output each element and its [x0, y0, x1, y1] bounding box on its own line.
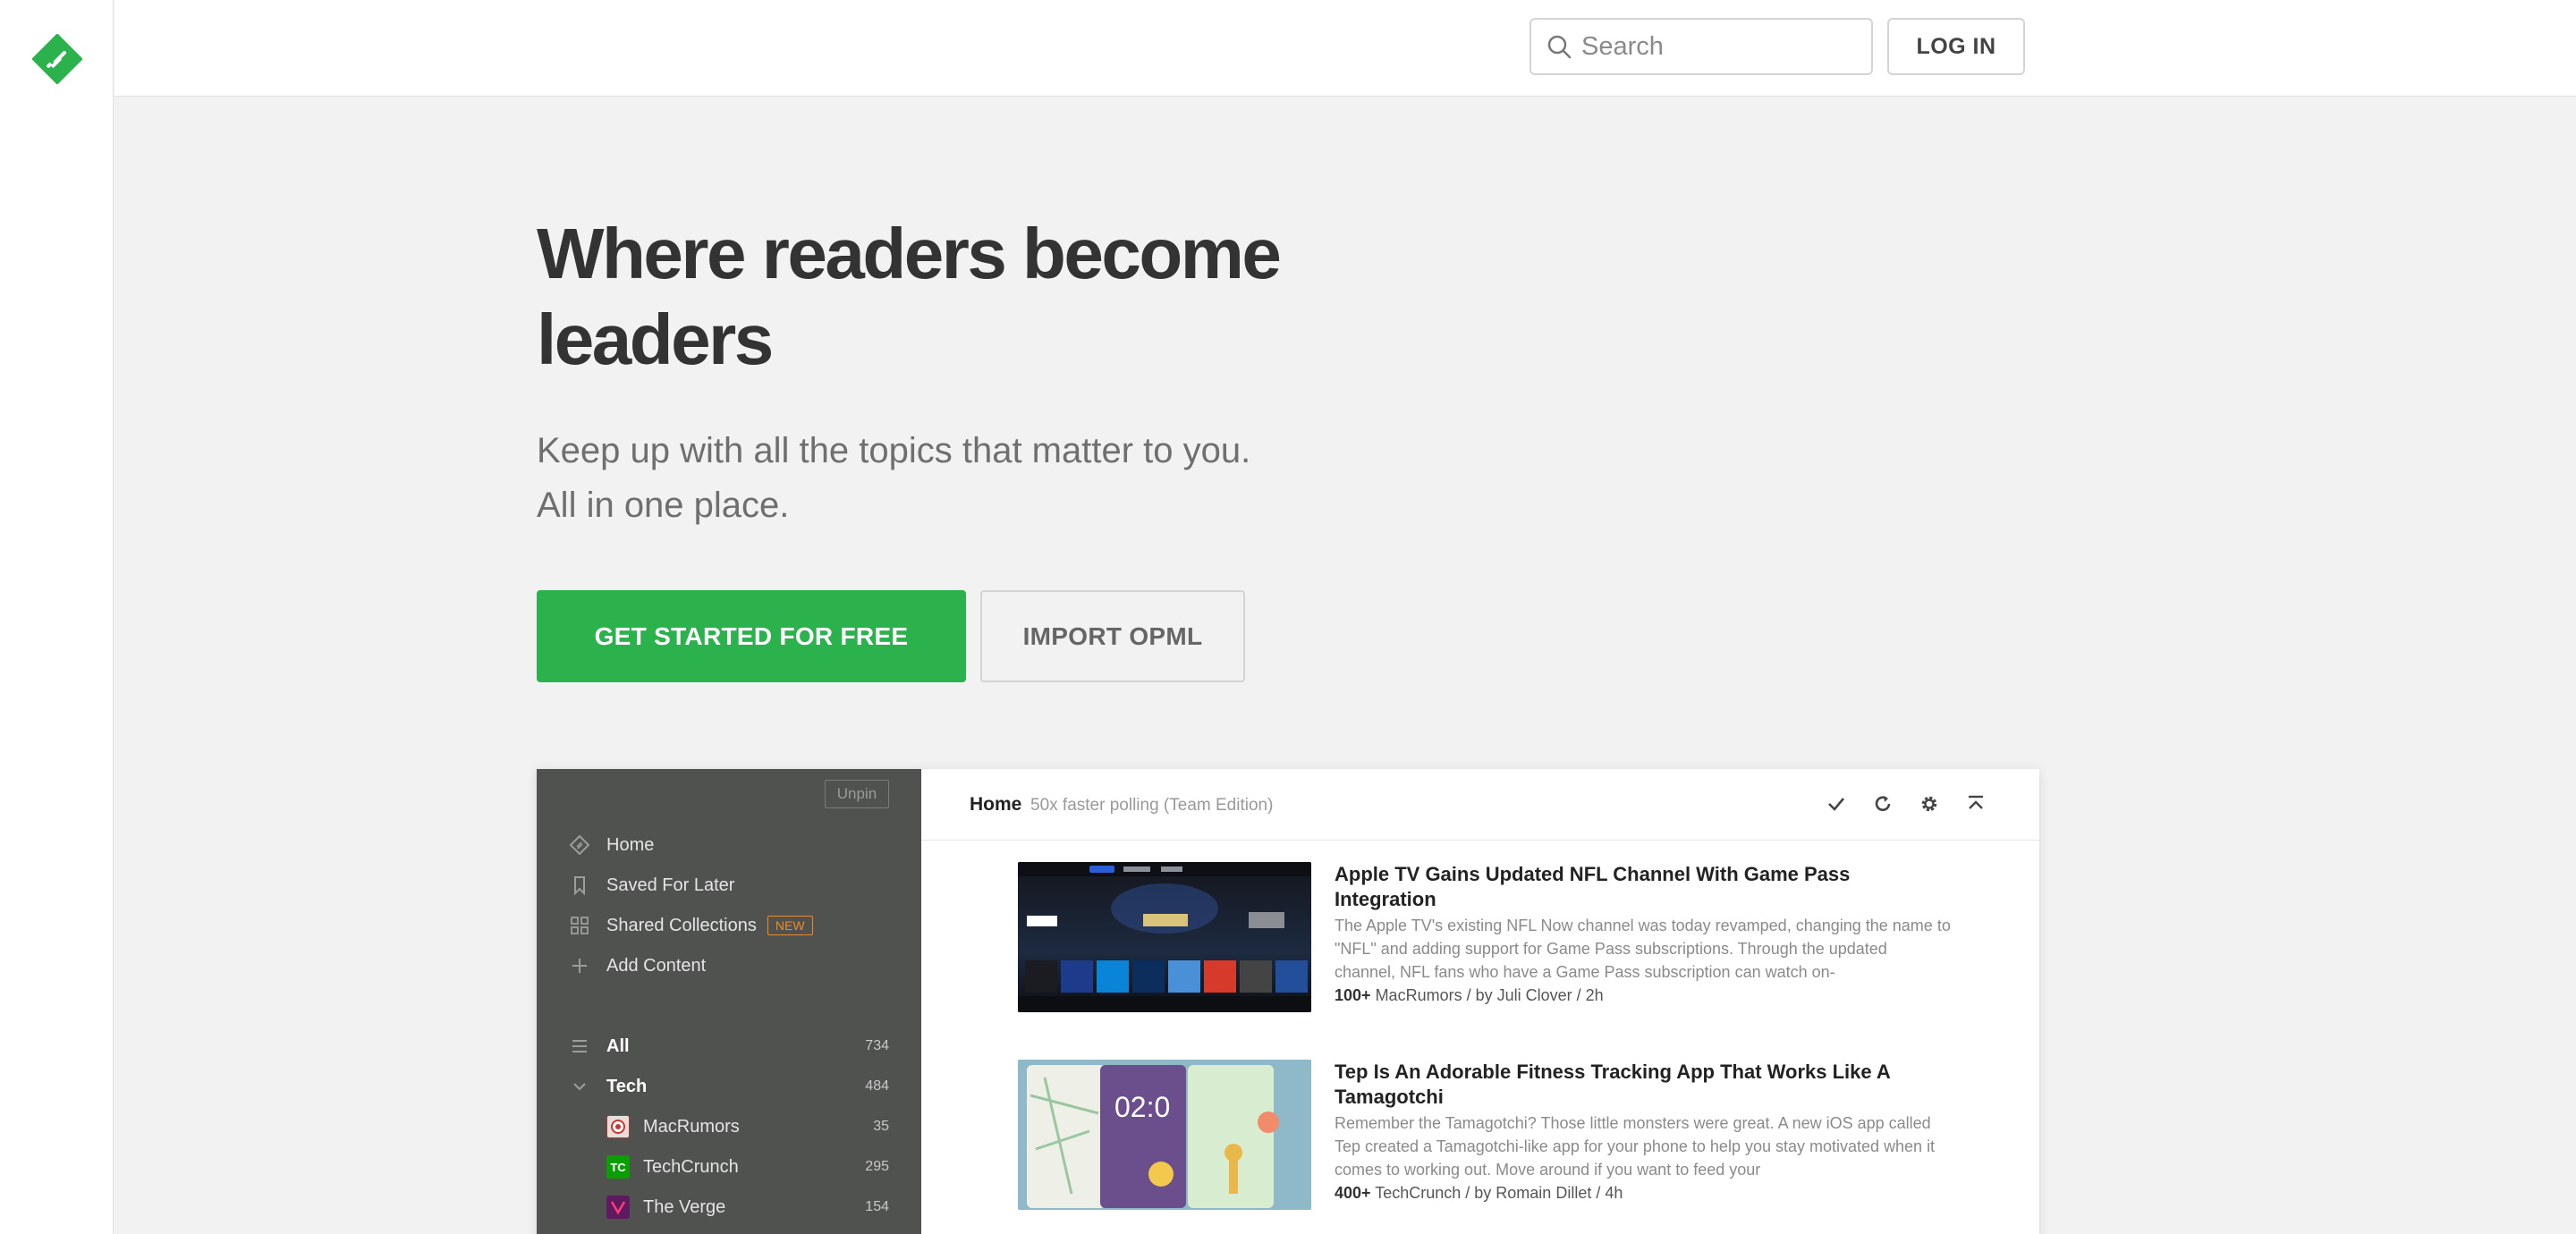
nfl-thumbnail-image-icon	[1018, 862, 1311, 1012]
collections-icon	[571, 917, 589, 934]
collapse-up-icon[interactable]	[1964, 792, 1987, 816]
article-source: MacRumors / by Juli Clover / 2h	[1375, 986, 1604, 1004]
article-thumbnail	[1018, 862, 1311, 1012]
sidebar-item-label-wrap: Shared Collections NEW	[606, 916, 813, 936]
hero-title: Where readers become leaders	[537, 211, 1342, 383]
article-title[interactable]: Tep Is An Adorable Fitness Tracking App …	[1335, 1060, 1925, 1110]
unread-count: 154	[865, 1199, 889, 1214]
article-source: TechCrunch / by Romain Dillet / 4h	[1375, 1184, 1623, 1202]
macrumors-favicon-icon	[606, 1115, 630, 1138]
sidebar-item-label: The Verge	[643, 1196, 726, 1217]
preview-main: Home 50x faster polling (Team Edition) A…	[921, 769, 2039, 1234]
sidebar-feed-macrumors[interactable]: MacRumors 35	[537, 1109, 921, 1145]
sidebar-item-label: Tech	[606, 1076, 648, 1096]
sidebar-feed-techcrunch[interactable]: TC TechCrunch 295	[537, 1149, 921, 1185]
engagement-count: 400+	[1335, 1184, 1371, 1202]
hero-subtitle-line1: Keep up with all the topics that matter …	[537, 431, 1251, 470]
list-icon	[572, 1040, 587, 1052]
plus-icon	[572, 959, 587, 973]
main-subtitle: 50x faster polling (Team Edition)	[1030, 796, 1274, 815]
sidebar-item-label: Shared Collections	[606, 915, 757, 935]
article-thumbnail: 02:0	[1018, 1060, 1311, 1210]
import-opml-button[interactable]: IMPORT OPML	[980, 590, 1245, 682]
sidebar-feed-the-verge[interactable]: The Verge 154	[537, 1189, 921, 1225]
article-item[interactable]: Apple TV Gains Updated NFL Channel With …	[1018, 862, 1957, 1014]
bookmark-icon	[574, 876, 585, 896]
article-meta: 400+ TechCrunch / by Romain Dillet / 4h	[1335, 1181, 1952, 1204]
sidebar-item-label: TechCrunch	[643, 1156, 739, 1177]
unread-count: 35	[873, 1119, 889, 1134]
refresh-icon[interactable]	[1871, 792, 1894, 816]
search-input[interactable]	[1581, 29, 1859, 64]
left-rail	[0, 0, 114, 1234]
feedly-logo-icon[interactable]	[32, 34, 82, 84]
get-started-button[interactable]: GET STARTED FOR FREE	[537, 590, 966, 682]
sidebar-item-all[interactable]: All 734	[537, 1028, 921, 1064]
app-preview: Unpin Home Saved For Later Shared Collec…	[537, 769, 2039, 1234]
main-header: Home 50x faster polling (Team Edition)	[921, 769, 2039, 841]
hero-subtitle-line2: All in one place.	[537, 486, 790, 525]
engagement-count: 100+	[1335, 986, 1371, 1004]
home-icon	[569, 834, 590, 856]
sidebar-item-shared-collections[interactable]: Shared Collections NEW	[537, 908, 921, 943]
main-toolbar	[1825, 792, 1987, 816]
new-badge: NEW	[767, 916, 813, 936]
hero-title-line2: leaders	[537, 300, 774, 379]
article-meta: 100+ MacRumors / by Juli Clover / 2h	[1335, 984, 1952, 1007]
sidebar-item-label: Add Content	[606, 955, 707, 976]
clock-text: 02:0	[1114, 1091, 1170, 1123]
article-summary: The Apple TV's existing NFL Now channel …	[1335, 917, 1951, 981]
sidebar-item-label: Saved For Later	[606, 875, 735, 895]
preview-sidebar: Unpin Home Saved For Later Shared Collec…	[537, 769, 921, 1234]
article-title[interactable]: Apple TV Gains Updated NFL Channel With …	[1335, 862, 1925, 912]
sidebar-item-add-content[interactable]: Add Content	[537, 948, 921, 984]
search-icon	[1547, 35, 1572, 59]
search-box[interactable]	[1530, 18, 1873, 75]
sidebar-item-home[interactable]: Home	[537, 827, 921, 863]
sidebar-item-label: All	[606, 1035, 630, 1056]
chevron-down-icon[interactable]	[569, 1076, 590, 1097]
hero-title-line1: Where readers become	[537, 214, 1282, 293]
tep-thumbnail-image-icon: 02:0	[1018, 1060, 1311, 1210]
article-summary: Remember the Tamagotchi? Those little mo…	[1335, 1114, 1936, 1179]
sidebar-item-tech[interactable]: Tech 484	[537, 1069, 921, 1104]
mark-read-check-icon[interactable]	[1825, 792, 1848, 816]
sidebar-item-label: Home	[606, 834, 655, 855]
hero-subtitle: Keep up with all the topics that matter …	[537, 424, 1342, 533]
login-button[interactable]: LOG IN	[1887, 18, 2025, 75]
article-item[interactable]: 02:0 Tep Is An Adorable Fitness Tracking…	[1018, 1060, 1957, 1212]
sidebar-item-saved[interactable]: Saved For Later	[537, 867, 921, 903]
gear-icon[interactable]	[1918, 792, 1941, 816]
unread-count: 484	[865, 1078, 889, 1094]
top-bar: LOG IN	[114, 0, 2576, 97]
unpin-button[interactable]: Unpin	[825, 780, 889, 808]
unread-count: 734	[865, 1038, 889, 1053]
unread-count: 295	[865, 1159, 889, 1174]
the-verge-favicon-icon	[606, 1196, 630, 1219]
sidebar-item-label: MacRumors	[643, 1116, 740, 1137]
techcrunch-favicon-icon: TC	[606, 1155, 630, 1179]
main-title: Home	[970, 794, 1022, 815]
